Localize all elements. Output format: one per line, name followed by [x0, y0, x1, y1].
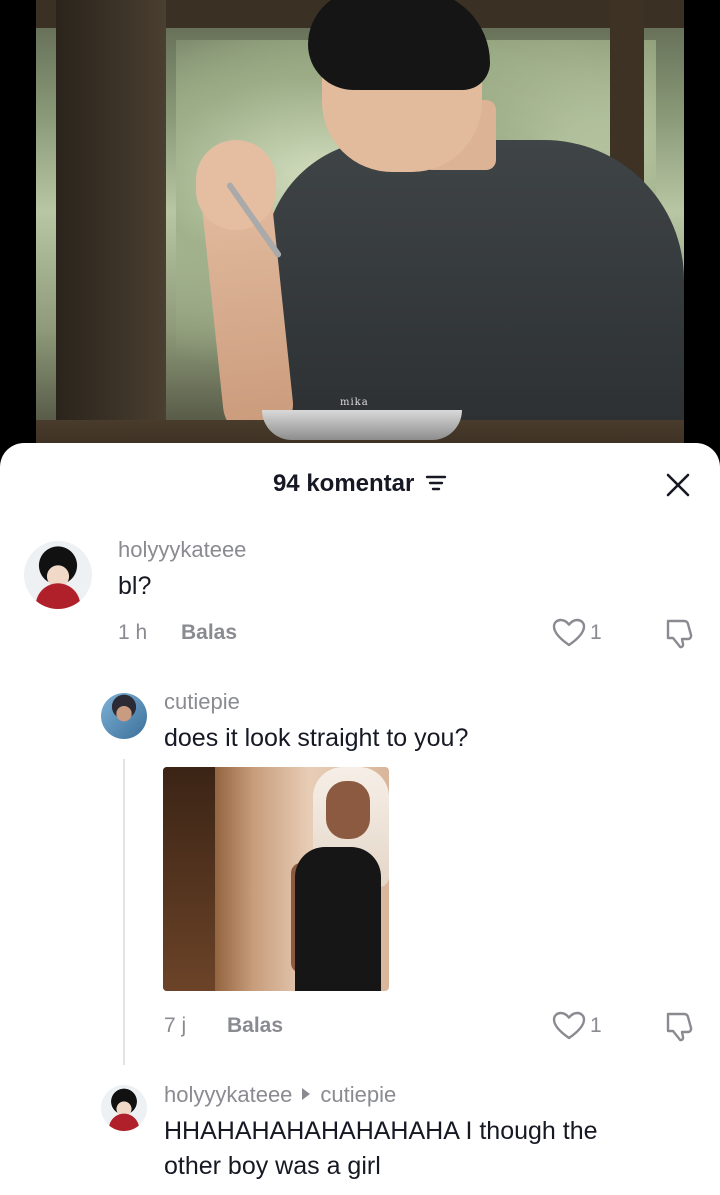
comment-text-line-2: other boy was a girl: [164, 1152, 381, 1180]
reply-button[interactable]: Balas: [227, 1014, 283, 1038]
comment-text: bl?: [118, 572, 152, 600]
comment-username[interactable]: holyyykateee: [118, 537, 246, 563]
video-watermark: mika: [340, 397, 369, 408]
avatar[interactable]: [24, 541, 92, 609]
reply-arrow-icon: [302, 1088, 311, 1101]
like-count: 1: [590, 1014, 602, 1037]
avatar[interactable]: [101, 1085, 147, 1131]
comments-header: 94 komentar: [0, 443, 720, 527]
heart-icon[interactable]: [552, 618, 586, 648]
reply-button[interactable]: Balas: [181, 621, 237, 645]
gif-attachment[interactable]: [163, 767, 389, 991]
comment-text-line-1: HHAHAHAHAHAHAHAHA I though the: [164, 1117, 598, 1145]
comment-time: 7 j: [164, 1014, 187, 1037]
dislike-icon[interactable]: [664, 1010, 694, 1042]
thread-line: [123, 759, 125, 1065]
comment-username[interactable]: cutiepie: [164, 689, 240, 715]
comments-title: 94 komentar: [0, 470, 720, 498]
reply-username-line: holyyykateee cutiepie: [164, 1082, 396, 1108]
sort-filter-icon[interactable]: [425, 474, 447, 492]
close-icon[interactable]: [662, 469, 694, 501]
dislike-icon[interactable]: [664, 617, 694, 649]
comments-sheet: 94 komentar holyyykateee bl? 1 h Balas 1…: [0, 443, 720, 1195]
avatar[interactable]: [101, 693, 147, 739]
comment-text: does it look straight to you?: [164, 724, 469, 752]
like-count: 1: [590, 621, 602, 644]
comment-username[interactable]: holyyykateee: [164, 1082, 292, 1107]
comment-time: 1 h: [118, 621, 148, 644]
heart-icon[interactable]: [552, 1011, 586, 1041]
video-frame: mika: [36, 0, 684, 470]
video-player[interactable]: mika: [0, 0, 720, 470]
comment-count-label: 94 komentar: [272, 470, 415, 497]
reply-to-username[interactable]: cutiepie: [320, 1082, 396, 1107]
